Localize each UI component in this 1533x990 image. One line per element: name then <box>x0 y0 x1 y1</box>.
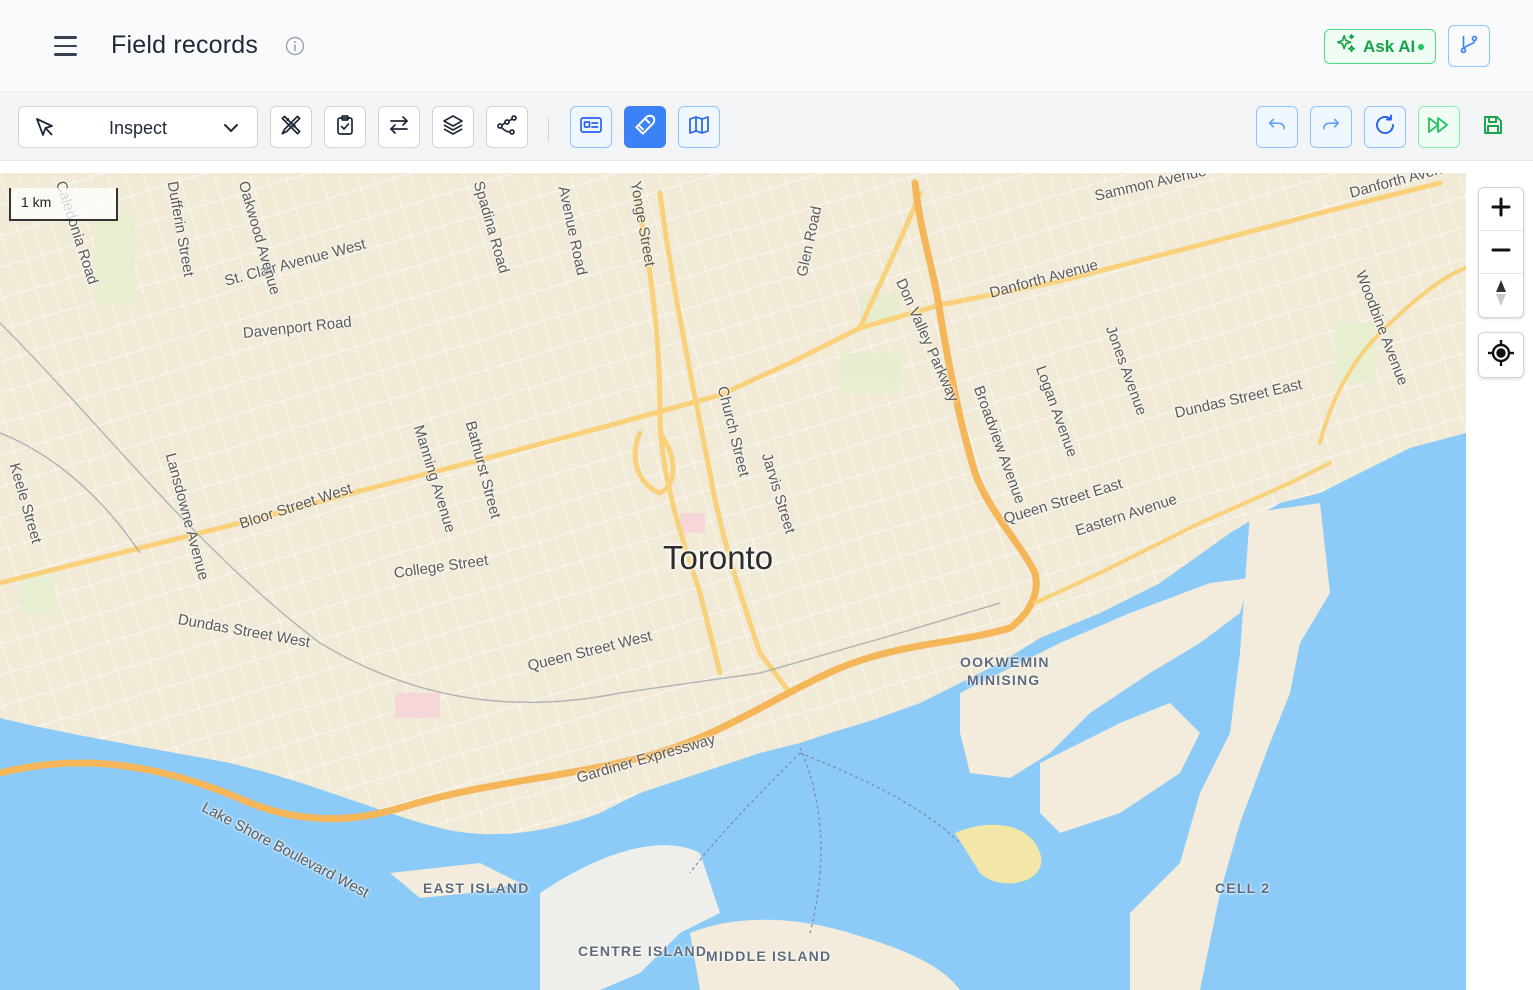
map-scale-bar: 1 km <box>9 188 118 221</box>
place-label: OOKWEMIN <box>960 654 1050 670</box>
refresh-button[interactable] <box>1364 106 1406 148</box>
route-button[interactable] <box>486 106 528 148</box>
info-icon[interactable] <box>285 36 305 56</box>
zoom-in-button[interactable] <box>1479 188 1523 231</box>
toolbar-divider <box>548 118 549 142</box>
place-label: EAST ISLAND <box>423 880 530 896</box>
ruler-pencil-icon <box>278 112 304 143</box>
reset-north-button[interactable] <box>1479 274 1523 317</box>
map-view-button[interactable] <box>678 106 720 148</box>
crosshair-icon <box>1487 339 1515 372</box>
toolbar: Inspect <box>0 94 1533 161</box>
scale-label: 1 km <box>21 194 52 210</box>
arrows-left-right-icon <box>387 113 411 142</box>
clipboard-check-icon <box>333 113 357 142</box>
locate-me-button[interactable] <box>1478 332 1524 378</box>
swap-button[interactable] <box>378 106 420 148</box>
snap-magnet-button[interactable] <box>624 106 666 148</box>
id-card-button[interactable] <box>570 106 612 148</box>
mode-select-value: Inspect <box>109 118 168 138</box>
refresh-icon <box>1373 113 1397 142</box>
place-label: CELL 2 <box>1215 880 1271 896</box>
cursor-arrow-icon <box>33 116 57 145</box>
task-list-button[interactable] <box>324 106 366 148</box>
place-label: MIDDLE ISLAND <box>706 948 832 964</box>
ask-ai-label: Ask AI <box>1363 36 1416 56</box>
map-basemap <box>0 173 1466 990</box>
magnet-icon <box>632 112 658 143</box>
plus-icon <box>1490 196 1512 223</box>
ask-ai-button[interactable]: Ask AI <box>1324 29 1436 64</box>
minus-icon <box>1490 239 1512 266</box>
fast-forward-icon <box>1426 113 1452 142</box>
chevron-down-icon <box>221 118 241 143</box>
place-label: MINISING <box>967 672 1041 688</box>
fast-forward-button[interactable] <box>1418 106 1460 148</box>
redo-button[interactable] <box>1310 106 1352 148</box>
map-canvas[interactable]: St. Clair Avenue West Davenport Road Blo… <box>0 173 1466 990</box>
compass-icon <box>1490 278 1512 313</box>
undo-button[interactable] <box>1256 106 1298 148</box>
map-icon <box>687 113 711 142</box>
zoom-out-button[interactable] <box>1479 231 1523 274</box>
save-button[interactable] <box>1472 106 1514 148</box>
mode-select[interactable]: Inspect <box>18 106 258 148</box>
measure-tools-button[interactable] <box>270 106 312 148</box>
git-branch-button[interactable] <box>1448 25 1490 67</box>
layers-icon <box>441 113 465 142</box>
menu-icon[interactable] <box>50 30 82 62</box>
id-card-icon <box>578 113 604 142</box>
app-header: Field records Ask AI <box>0 0 1533 93</box>
layers-button[interactable] <box>432 106 474 148</box>
save-disk-icon <box>1481 113 1505 142</box>
status-dot <box>1418 43 1425 50</box>
place-label: CENTRE ISLAND <box>578 943 708 959</box>
page-title: Field records <box>111 31 259 59</box>
city-label: Toronto <box>663 539 774 576</box>
redo-icon <box>1320 114 1342 141</box>
route-nodes-icon <box>495 113 519 142</box>
zoom-controls <box>1478 187 1524 318</box>
git-branch-icon <box>1458 33 1480 60</box>
undo-icon <box>1266 114 1288 141</box>
sparkles-icon <box>1335 33 1357 60</box>
